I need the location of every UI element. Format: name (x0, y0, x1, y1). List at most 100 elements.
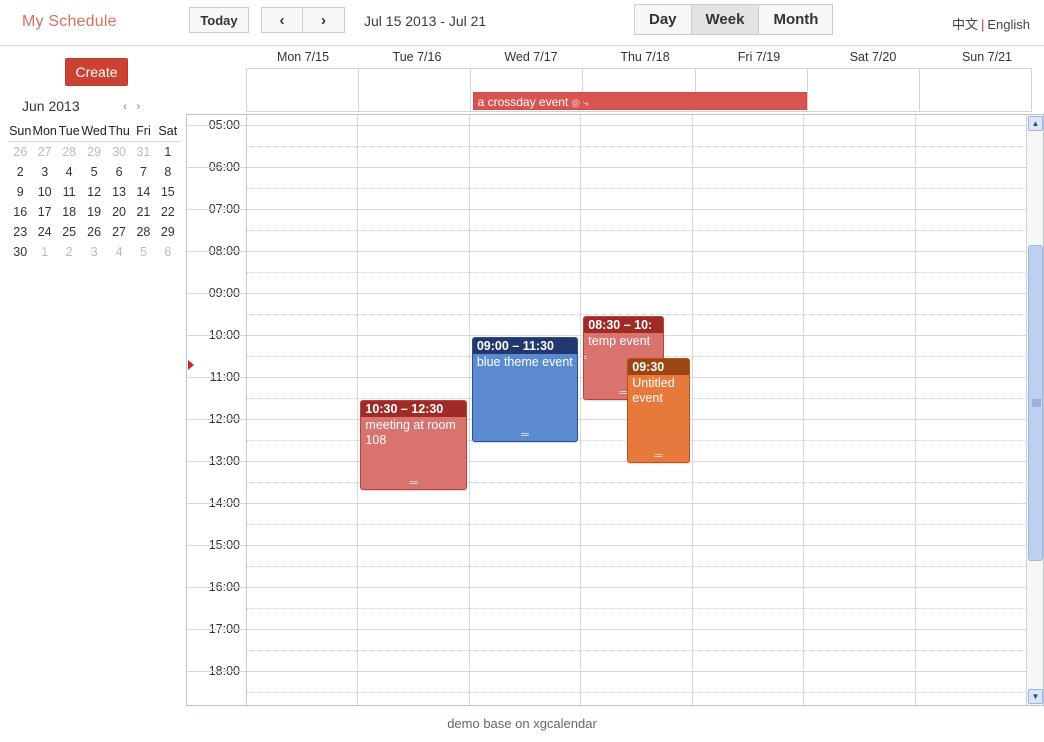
day-column[interactable]: 10:30 – 12:30 meeting at room 108 ═ (358, 115, 470, 705)
mini-day-cell[interactable]: 12 (81, 182, 106, 202)
lang-separator: | (980, 17, 985, 32)
day-column[interactable]: 08:30 – 10:temp event══09:30Untitled eve… (581, 115, 693, 705)
mini-day-cell[interactable]: 11 (57, 182, 81, 202)
lang-english-link[interactable]: English (987, 17, 1030, 32)
mini-day-cell[interactable]: 25 (57, 222, 81, 242)
mini-day-cell[interactable]: 23 (8, 222, 32, 242)
half-hour-gridline (247, 482, 358, 483)
repeat-icon[interactable]: ⤷ (583, 98, 589, 109)
day-columns[interactable]: 10:30 – 12:30 meeting at room 108 ═ 09:00 –… (247, 115, 1027, 705)
mini-day-cell[interactable]: 15 (156, 182, 180, 202)
hour-gridline (692, 125, 804, 126)
half-hour-gridline (581, 608, 692, 609)
half-hour-gridline (915, 146, 1026, 147)
day-column[interactable] (247, 115, 359, 705)
mini-day-cell[interactable]: 19 (81, 202, 106, 222)
today-button[interactable]: Today (189, 7, 249, 33)
mini-day-cell[interactable]: 14 (131, 182, 155, 202)
mini-week-row: 16 17 18 19 20 21 22 (8, 202, 180, 222)
scroll-down-icon[interactable]: ▼ (1028, 689, 1043, 704)
allday-cell[interactable] (808, 69, 920, 111)
mini-day-cell[interactable]: 4 (107, 242, 131, 262)
hour-gridline (469, 461, 581, 462)
mini-day-cell[interactable]: 3 (81, 242, 106, 262)
scroll-up-icon[interactable]: ▲ (1028, 116, 1043, 131)
next-week-button[interactable]: › (303, 7, 345, 33)
mini-day-cell[interactable]: 4 (57, 162, 81, 182)
mini-day-cell[interactable]: 8 (156, 162, 180, 182)
mini-day-cell[interactable]: 5 (81, 162, 106, 182)
day-column[interactable] (692, 115, 805, 705)
event-time-label: 09:30 (628, 359, 689, 375)
allday-cell[interactable] (359, 69, 472, 111)
mini-day-cell[interactable]: 3 (32, 162, 56, 182)
mini-day-cell[interactable]: 30 (107, 142, 131, 163)
mini-day-cell[interactable]: 18 (57, 202, 81, 222)
allday-event[interactable]: a crossday event ◎ ⤷ (472, 92, 808, 110)
mini-day-cell[interactable]: 1 (156, 142, 180, 163)
mini-day-cell[interactable]: 10 (32, 182, 56, 202)
mini-day-cell[interactable]: 29 (81, 142, 106, 163)
calendar-event[interactable]: 09:30 Untitled event ═ (627, 358, 690, 463)
half-hour-gridline (915, 566, 1026, 567)
allday-event-title: a crossday event (477, 95, 569, 109)
hour-gridline (247, 377, 358, 378)
calendar-event[interactable]: 09:00 – 11:30 blue theme event ═ (471, 337, 579, 442)
mini-day-cell[interactable]: 5 (131, 242, 155, 262)
mini-day-cell[interactable]: 26 (81, 222, 106, 242)
day-header-sun[interactable]: Sun 7/21 (930, 46, 1044, 68)
mini-day-cell[interactable]: 16 (8, 202, 32, 222)
mini-day-cell[interactable]: 27 (107, 222, 131, 242)
mini-next-month-icon[interactable]: › (133, 99, 143, 113)
mini-day-cell[interactable]: 7 (131, 162, 155, 182)
day-column[interactable]: 09:00 – 11:30 blue theme event ═ (469, 115, 582, 705)
view-day-button[interactable]: Day (634, 4, 692, 35)
mini-day-cell[interactable]: 20 (107, 202, 131, 222)
mini-day-cell[interactable]: 6 (107, 162, 131, 182)
day-header-thu[interactable]: Thu 7/18 (588, 46, 702, 68)
event-resize-handle[interactable]: ═ (473, 430, 577, 441)
create-event-button[interactable]: Create (65, 58, 128, 86)
mini-day-cell[interactable]: 6 (156, 242, 180, 262)
day-column[interactable] (915, 115, 1027, 705)
hour-gridline (915, 629, 1026, 630)
mini-day-cell[interactable]: 1 (32, 242, 56, 262)
allday-cell[interactable] (247, 69, 360, 111)
scrollbar-thumb[interactable] (1028, 245, 1043, 561)
mini-day-cell[interactable]: 2 (8, 162, 32, 182)
mini-day-cell[interactable]: 30 (8, 242, 32, 262)
mini-prev-month-icon[interactable]: ‹ (120, 99, 130, 113)
prev-week-button[interactable]: ‹ (261, 7, 303, 33)
view-week-button[interactable]: Week (691, 4, 760, 35)
day-column[interactable] (804, 115, 916, 705)
half-hour-gridline (915, 398, 1026, 399)
vertical-scrollbar[interactable]: ▲ ▼ (1026, 115, 1043, 705)
allday-row[interactable]: a crossday event ◎ ⤷ (246, 68, 1032, 112)
lang-chinese-link[interactable]: 中文 (952, 17, 978, 32)
mini-day-cell[interactable]: 9 (8, 182, 32, 202)
mini-day-cell[interactable]: 13 (107, 182, 131, 202)
mini-day-cell[interactable]: 21 (131, 202, 155, 222)
calendar-event[interactable]: 10:30 – 12:30 meeting at room 108 ═ (360, 400, 467, 490)
mini-day-cell[interactable]: 31 (131, 142, 155, 163)
mini-day-cell[interactable]: 2 (57, 242, 81, 262)
day-header-wed[interactable]: Wed 7/17 (474, 46, 588, 68)
mini-day-cell[interactable]: 17 (32, 202, 56, 222)
alarm-icon[interactable]: ◎ (571, 98, 580, 109)
mini-day-cell[interactable]: 28 (57, 142, 81, 163)
view-month-button[interactable]: Month (759, 4, 834, 35)
mini-day-cell[interactable]: 28 (131, 222, 155, 242)
mini-day-cell[interactable]: 22 (156, 202, 180, 222)
mini-day-cell[interactable]: 27 (32, 142, 56, 163)
day-header-mon[interactable]: Mon 7/15 (246, 46, 360, 68)
event-resize-handle[interactable]: ═ (628, 451, 688, 462)
day-header-sat[interactable]: Sat 7/20 (816, 46, 930, 68)
mini-day-cell[interactable]: 29 (156, 222, 180, 242)
day-header-tue[interactable]: Tue 7/16 (360, 46, 474, 68)
day-header-fri[interactable]: Fri 7/19 (702, 46, 816, 68)
allday-cell[interactable] (920, 69, 1032, 111)
mini-day-cell[interactable]: 26 (8, 142, 32, 163)
event-resize-handle[interactable]: ═ (361, 478, 465, 489)
mini-day-cell[interactable]: 24 (32, 222, 56, 242)
event-left-resize-handle[interactable]: ═ (584, 353, 586, 364)
